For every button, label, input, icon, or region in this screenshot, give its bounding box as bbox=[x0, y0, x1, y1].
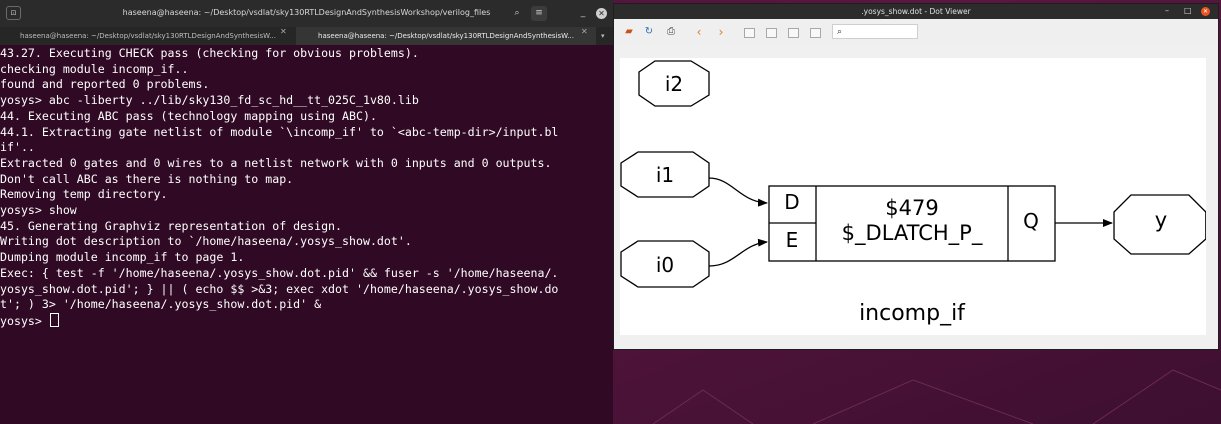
terminal-line: checking module incomp_if.. bbox=[0, 61, 189, 76]
print-icon[interactable]: ⎙ bbox=[664, 25, 678, 39]
output-node-y[interactable]: y bbox=[1113, 194, 1206, 255]
maximize-icon[interactable]: □ bbox=[1184, 6, 1192, 15]
tab-label: haseena@haseena: ~/Desktop/vsdlat/sky130… bbox=[20, 32, 276, 40]
port-label-e: E bbox=[786, 228, 799, 252]
zoom-out-icon[interactable] bbox=[766, 28, 777, 38]
terminal-scrollbar[interactable] bbox=[606, 46, 613, 424]
terminal-output[interactable]: 43.27. Executing CHECK pass (checking fo… bbox=[0, 46, 605, 424]
find-input[interactable]: ⌕ bbox=[832, 24, 918, 39]
edge-i1-d bbox=[708, 177, 768, 207]
terminal-prompt: yosys> bbox=[0, 313, 49, 328]
minimize-icon[interactable]: – bbox=[1165, 6, 1169, 15]
cell-dlatch[interactable]: D E $479 $_DLATCH_P_ Q bbox=[768, 185, 1056, 262]
terminal-line: 44. Executing ABC pass (technology mappi… bbox=[0, 108, 377, 123]
terminal-line: yosys> abc -liberty ../lib/sky130_fd_sc_… bbox=[0, 93, 419, 108]
terminal-window: ⊡ haseena@haseena: ~/Desktop/vsdlat/sky1… bbox=[0, 0, 613, 424]
input-node-i2[interactable]: i2 bbox=[638, 60, 710, 107]
text-cursor bbox=[49, 312, 59, 327]
zoom-fit-icon[interactable] bbox=[788, 28, 799, 38]
terminal-line: Exec: { test -f '/home/haseena/.yosys_sh… bbox=[0, 265, 559, 280]
viewer-toolbar: ▰ ↻ ⎙ ‹ › ⌕ bbox=[614, 19, 1218, 45]
node-label: i2 bbox=[665, 72, 683, 96]
dot-viewer-window: .yosys_show.dot - Dot Viewer – □ ✕ ▰ ↻ ⎙… bbox=[613, 3, 1219, 350]
cell-type: $_DLATCH_P_ bbox=[842, 221, 983, 246]
node-label: y bbox=[1155, 208, 1167, 232]
close-icon[interactable]: ✕ bbox=[596, 8, 607, 19]
back-icon[interactable]: ‹ bbox=[692, 25, 706, 39]
viewer-title: .yosys_show.dot - Dot Viewer bbox=[861, 7, 971, 16]
terminal-tab-active[interactable]: haseena@haseena: ~/Desktop/vsdlat/sky130… bbox=[296, 27, 596, 45]
tab-label: haseena@haseena: ~/Desktop/vsdlat/sky130… bbox=[318, 32, 574, 40]
chevron-down-icon[interactable]: ▾ bbox=[601, 27, 605, 45]
module-label: incomp_if bbox=[859, 301, 966, 326]
terminal-line: Dumping module incomp_if to page 1. bbox=[0, 250, 245, 265]
terminal-prompt-line[interactable]: yosys> bbox=[0, 312, 605, 330]
port-label-d: D bbox=[784, 190, 799, 214]
terminal-line: t'; ) 3> '/home/haseena/.yosys_show.dot.… bbox=[0, 297, 322, 312]
search-icon[interactable]: ⌕ bbox=[509, 6, 525, 21]
port-label-q: Q bbox=[1023, 209, 1039, 233]
terminal-line: if'.. bbox=[0, 140, 35, 155]
terminal-line: yosys_show.dot.pid'; } || ( echo $$ >&3;… bbox=[0, 281, 559, 296]
edge-i0-e bbox=[708, 238, 768, 267]
terminal-line: found and reported 0 problems. bbox=[0, 77, 210, 92]
menu-icon[interactable]: ≡ bbox=[531, 6, 547, 21]
terminal-line: 45. Generating Graphviz representation o… bbox=[0, 218, 343, 233]
reload-icon[interactable]: ↻ bbox=[642, 25, 656, 39]
close-icon[interactable]: ✕ bbox=[1201, 7, 1210, 16]
netlist-graph: i2 i1 i0 D E $479 $_DLATCH_P_ Q y incomp… bbox=[620, 60, 1206, 326]
viewer-titlebar[interactable]: .yosys_show.dot - Dot Viewer – □ ✕ bbox=[614, 4, 1218, 19]
find-icon: ⌕ bbox=[837, 27, 843, 37]
graph-canvas[interactable]: i2 i1 i0 D E $479 $_DLATCH_P_ Q y incomp… bbox=[620, 58, 1206, 335]
terminal-line: 43.27. Executing CHECK pass (checking fo… bbox=[0, 46, 419, 60]
node-label: i0 bbox=[656, 253, 674, 277]
cell-id: $479 bbox=[885, 196, 938, 220]
terminal-tab[interactable]: haseena@haseena: ~/Desktop/vsdlat/sky130… bbox=[0, 27, 296, 45]
tab-close-icon[interactable]: ✕ bbox=[581, 27, 588, 36]
terminal-line: Removing temp directory. bbox=[0, 187, 168, 202]
terminal-line: Don't call ABC as there is nothing to ma… bbox=[0, 171, 294, 186]
terminal-tabs: haseena@haseena: ~/Desktop/vsdlat/sky130… bbox=[0, 27, 613, 45]
terminal-line: 44.1. Extracting gate netlist of module … bbox=[0, 124, 559, 139]
terminal-line: Extracted 0 gates and 0 wires to a netli… bbox=[0, 155, 552, 170]
zoom-100-icon[interactable] bbox=[810, 28, 821, 38]
open-icon[interactable]: ▰ bbox=[622, 25, 636, 39]
input-node-i1[interactable]: i1 bbox=[620, 151, 710, 198]
terminal-line: yosys> show bbox=[0, 203, 77, 218]
terminal-titlebar[interactable]: ⊡ haseena@haseena: ~/Desktop/vsdlat/sky1… bbox=[0, 0, 613, 27]
zoom-in-icon[interactable] bbox=[744, 28, 755, 38]
forward-icon[interactable]: › bbox=[714, 25, 728, 39]
terminal-line: Writing dot description to `/home/haseen… bbox=[0, 234, 412, 249]
minimize-icon[interactable]: _ bbox=[575, 6, 591, 21]
node-label: i1 bbox=[656, 163, 674, 187]
wallpaper-lines bbox=[652, 369, 1221, 424]
input-node-i0[interactable]: i0 bbox=[620, 240, 710, 288]
tab-close-icon[interactable]: ✕ bbox=[280, 27, 287, 36]
